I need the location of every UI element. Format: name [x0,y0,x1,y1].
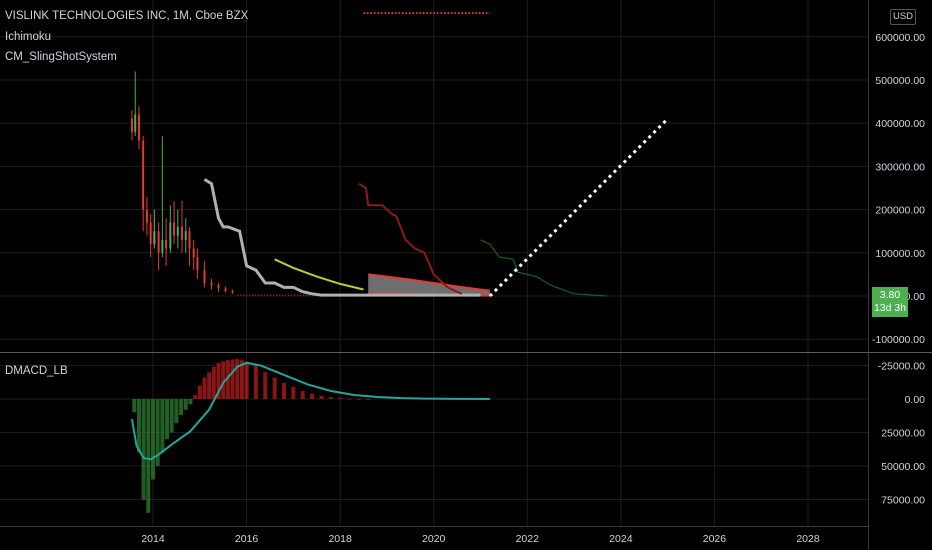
dmacd-histogram-bar [183,399,188,410]
dmacd-tick-label: 0.00 [905,394,926,406]
dmacd-histogram-bar [328,396,333,399]
dmacd-histogram-bar [253,365,258,399]
candle-body [161,239,164,253]
dmacd-histogram-bar [282,382,286,399]
bar-countdown: 13d 3h [873,302,907,314]
dmacd-histogram-bar [179,399,184,416]
dmacd-histogram-bar [141,399,146,500]
candle-body [181,226,184,240]
dmacd-histogram-bar [263,372,268,399]
dmacd-histogram-bar [230,359,235,399]
dmacd-histogram-bar [310,393,315,399]
price-tick-label: 400000.00 [875,118,925,130]
candle-body [176,226,179,236]
currency-badge[interactable]: USD [890,9,916,25]
price-tick-label: 500000.00 [875,75,925,87]
price-tick-label: 200000.00 [875,205,925,217]
candle-body [134,114,137,132]
dmacd-histogram-bar [146,399,151,513]
dmacd-histogram-bar [193,394,198,399]
candle-body [173,222,176,236]
dmacd-histogram-bar [165,399,170,440]
dmacd-histogram-bar [319,395,324,399]
last-price-badge: 3.80 13d 3h [872,287,908,317]
candle-body [145,209,148,223]
time-tick-label: 2022 [516,533,540,545]
dmacd-histogram-bar [160,399,165,453]
dmacd-histogram-bar [132,399,137,413]
dmacd-histogram-bar [136,399,141,453]
candle-body [130,118,133,132]
dmacd-histogram-bar [244,361,249,399]
price-tick-label: -100000.00 [872,334,925,346]
candle-body [169,222,172,249]
dmacd-tick-label: 50000.00 [881,461,925,473]
time-tick-label: 2024 [609,533,633,545]
price-tick-label: 700000.00 [875,0,925,1]
dmacd-histogram-bar [211,366,216,399]
candle-body [157,231,160,253]
candle-body [210,283,213,286]
candle-body [196,257,199,271]
time-tick-label: 2026 [703,533,727,545]
dmacd-histogram-bar [207,372,212,399]
candle-body [217,285,220,289]
dmacd-histogram-bar [272,377,277,399]
time-tick-label: 2016 [235,533,259,545]
candle-body [224,288,227,291]
indicator-slingshot-label[interactable]: CM_SlingShotSystem [5,51,117,63]
time-tick-label: 2014 [141,533,165,545]
dmacd-histogram-bar [235,359,240,399]
dmacd-tick-label: 75000.00 [881,495,925,507]
dmacd-histogram-bar [366,398,371,400]
dmacd-histogram-bar [174,399,179,424]
indicator-ichimoku-label[interactable]: Ichimoku [5,31,51,43]
dmacd-histogram-bar [300,390,305,399]
candle-body [149,222,152,245]
candle-body [231,290,234,293]
dmacd-histogram-bar [338,397,343,399]
candle-body [137,114,140,141]
price-tick-label: 300000.00 [875,161,925,173]
candle-body [184,231,187,240]
dmacd-tick-label: -25000.00 [878,361,925,373]
time-tick-label: 2028 [796,533,820,545]
chart-background [0,0,932,550]
indicator-dmacd-label[interactable]: DMACD_LB [5,365,68,377]
symbol-title: VISLINK TECHNOLOGIES INC, 1M, Cboe BZX [5,10,249,22]
dmacd-histogram-bar [151,399,155,480]
last-price: 3.80 [879,289,901,301]
dmacd-histogram-bar [356,398,361,400]
dmacd-tick-label: 25000.00 [881,428,925,440]
price-tick-label: 100000.00 [875,248,925,260]
dmacd-histogram-bar [188,399,193,405]
candle-body [203,270,206,284]
dmacd-histogram-bar [197,385,202,399]
candle-body [192,248,195,258]
candle-body [165,239,168,249]
price-tick-label: 600000.00 [875,32,925,44]
candle-body [188,231,191,249]
dmacd-histogram-bar [347,398,352,400]
dmacd-histogram-bar [202,377,207,399]
time-tick-label: 2018 [328,533,352,545]
time-tick-label: 2020 [422,533,446,545]
candle-body [142,140,145,210]
dmacd-histogram-bar [169,399,174,433]
dmacd-histogram-bar [291,386,296,399]
candle-body [153,231,156,245]
chart-canvas[interactable]: 700000.00 600000.00 500000.00 400000.00 3000… [0,0,932,550]
